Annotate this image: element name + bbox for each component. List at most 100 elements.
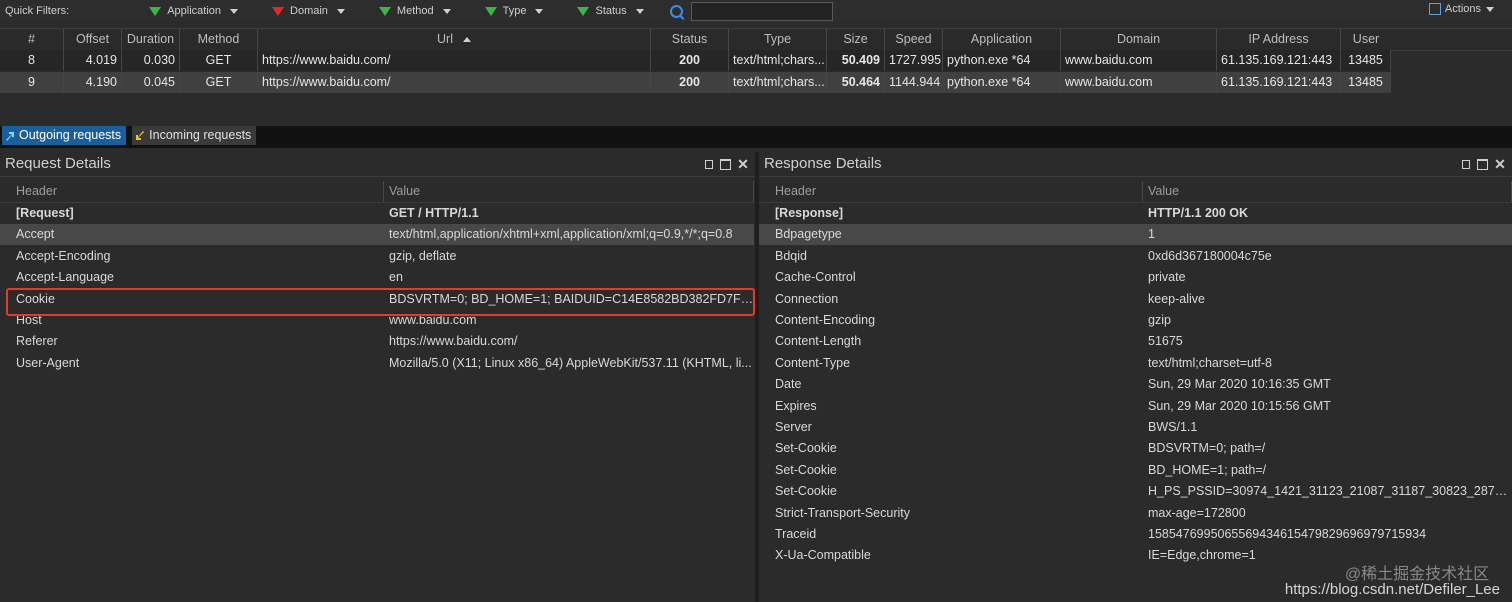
table-row[interactable]: Accept-Encoding gzip, deflate — [0, 246, 754, 267]
request-details-title: Request Details — [5, 155, 111, 172]
cell-size: 50.409 — [827, 50, 885, 71]
table-row[interactable]: Strict-Transport-Security max-age=172800 — [759, 503, 1512, 524]
panel-title-request: Request Details ✕ — [0, 152, 755, 177]
table-row[interactable]: Set-Cookie H_PS_PSSID=30974_1421_31123_21… — [759, 481, 1512, 502]
cell-duration: 0.045 — [122, 72, 180, 93]
col-header-speed[interactable]: Speed — [885, 29, 943, 50]
actions-button[interactable]: Actions — [1428, 3, 1494, 15]
col-header-ip-address[interactable]: IP Address — [1217, 29, 1341, 50]
outgoing-arrow-icon — [6, 131, 14, 141]
table-row[interactable]: 8 4.019 0.030 GET https://www.baidu.com/… — [0, 50, 1391, 71]
table-row[interactable]: Accept-Language en — [0, 267, 754, 288]
tab-outgoing-requests[interactable]: Outgoing requests — [2, 126, 127, 145]
header-name: Set-Cookie — [775, 462, 837, 477]
filter-application[interactable]: Application — [149, 5, 239, 17]
col-header-header: Header — [0, 181, 384, 202]
header-name: User-Agent — [16, 355, 80, 370]
pin-icon[interactable] — [705, 159, 713, 169]
cell-application: python.exe *64 — [943, 72, 1061, 93]
header-name: Referer — [16, 334, 58, 349]
tab-outgoing-label: Outgoing requests — [19, 128, 122, 142]
header-value: Sun, 29 Mar 2020 10:16:35 GMT — [1148, 377, 1331, 392]
header-name: Content-Length — [775, 334, 862, 349]
header-name: Server — [775, 420, 812, 434]
filter-domain-label: Domain — [290, 5, 328, 17]
table-row[interactable]: [Response] HTTP/1.1 200 OK — [759, 203, 1512, 224]
table-row[interactable]: Content-Encoding gzip — [759, 310, 1512, 331]
col-header-duration[interactable]: Duration — [122, 29, 180, 50]
col-header-url[interactable]: Url — [258, 29, 651, 50]
filter-status-label: Status — [595, 5, 627, 17]
incoming-arrow-icon — [136, 130, 145, 140]
table-row[interactable]: Bdqid 0xd6d367180004c75e — [759, 246, 1512, 267]
table-row[interactable]: Expires Sun, 29 Mar 2020 10:15:56 GMT — [759, 396, 1512, 417]
col-header-method[interactable]: Method — [180, 29, 258, 50]
table-header-row[interactable]: Header Value — [0, 181, 754, 203]
close-icon[interactable]: ✕ — [737, 157, 749, 171]
search-icon[interactable] — [669, 4, 683, 18]
table-row[interactable]: Set-Cookie BD_HOME=1; path=/ — [759, 460, 1512, 481]
table-header-row[interactable]: Header Value — [759, 181, 1512, 203]
header-name: Date — [775, 377, 802, 392]
table-row[interactable]: Referer https://www.baidu.com/ — [0, 331, 754, 352]
table-row[interactable]: 9 4.190 0.045 GET https://www.baidu.com/… — [0, 72, 1391, 93]
header-name: Accept — [16, 227, 55, 242]
close-icon[interactable]: ✕ — [1494, 157, 1506, 171]
header-value: 0xd6d367180004c75e — [1148, 248, 1272, 263]
request-details-panel: Request Details ✕ Header Value [Request] GE… — [0, 152, 755, 602]
search-input[interactable] — [690, 1, 833, 21]
col-header-value: Value — [1143, 181, 1512, 202]
col-header-offset[interactable]: Offset — [64, 29, 122, 50]
header-name: Accept-Encoding — [16, 248, 111, 263]
header-name: Bdqid — [775, 248, 807, 263]
table-row[interactable]: [Request] GET / HTTP/1.1 — [0, 203, 754, 224]
header-value: gzip — [1148, 313, 1171, 327]
table-row[interactable]: Server BWS/1.1 — [759, 417, 1512, 438]
col-header-application[interactable]: Application — [943, 29, 1061, 50]
table-row[interactable]: Traceid 158547699506556943461547982969697… — [759, 524, 1512, 545]
table-row[interactable]: User-Agent Mozilla/5.0 (X11; Linux x86_64… — [0, 353, 754, 374]
col-header-domain[interactable]: Domain — [1061, 29, 1217, 50]
header-value: 51675 — [1148, 334, 1183, 349]
col-header-header: Header — [759, 181, 1143, 202]
edit-icon — [1428, 3, 1441, 15]
chevron-down-icon — [635, 8, 644, 14]
cell-ip-address: 61.135.169.121:443 — [1217, 50, 1341, 71]
col-header-size[interactable]: Size — [827, 29, 885, 50]
tab-incoming-label: Incoming requests — [149, 128, 252, 142]
table-row[interactable]: Connection keep-alive — [759, 289, 1512, 310]
cell-status: 200 — [651, 72, 729, 93]
header-name: Bdpagetype — [775, 227, 842, 242]
cell-user: 13485 — [1341, 50, 1391, 71]
cell-method: GET — [180, 50, 258, 71]
pin-icon[interactable] — [1462, 159, 1470, 169]
table-row[interactable]: Accept text/html,application/xhtml+xml,ap… — [0, 224, 754, 246]
col-header-type[interactable]: Type — [729, 29, 827, 50]
funnel-icon — [484, 6, 497, 16]
table-row[interactable]: Set-Cookie BDSVRTM=0; path=/ — [759, 438, 1512, 459]
sort-ascending-icon — [462, 37, 471, 42]
filter-type[interactable]: Type — [484, 5, 544, 17]
chevron-down-icon — [230, 8, 239, 14]
table-row[interactable]: Content-Length 51675 — [759, 331, 1512, 352]
col-header-status[interactable]: Status — [651, 29, 729, 50]
filter-method[interactable]: Method — [378, 5, 451, 17]
maximize-icon[interactable] — [720, 158, 731, 170]
col-header-num[interactable]: # — [0, 29, 64, 50]
tab-incoming-requests[interactable]: Incoming requests — [132, 126, 257, 145]
header-name: Accept-Language — [16, 270, 114, 285]
maximize-icon[interactable] — [1477, 158, 1488, 170]
table-row[interactable]: Date Sun, 29 Mar 2020 10:16:35 GMT — [759, 374, 1512, 395]
header-name: [Response] — [775, 206, 844, 220]
cookie-highlight-box — [6, 288, 755, 316]
col-header-user[interactable]: User — [1341, 29, 1391, 50]
header-name: Content-Type — [775, 355, 851, 370]
table-row[interactable]: Content-Type text/html;charset=utf-8 — [759, 353, 1512, 374]
table-row[interactable]: Bdpagetype 1 — [759, 224, 1512, 246]
header-value: 1 — [1148, 227, 1155, 242]
table-row[interactable]: Cache-Control private — [759, 267, 1512, 288]
header-value: text/html,application/xhtml+xml,applicat… — [389, 227, 733, 242]
header-name: Connection — [775, 291, 839, 306]
filter-domain[interactable]: Domain — [272, 5, 345, 17]
filter-status[interactable]: Status — [577, 5, 644, 17]
